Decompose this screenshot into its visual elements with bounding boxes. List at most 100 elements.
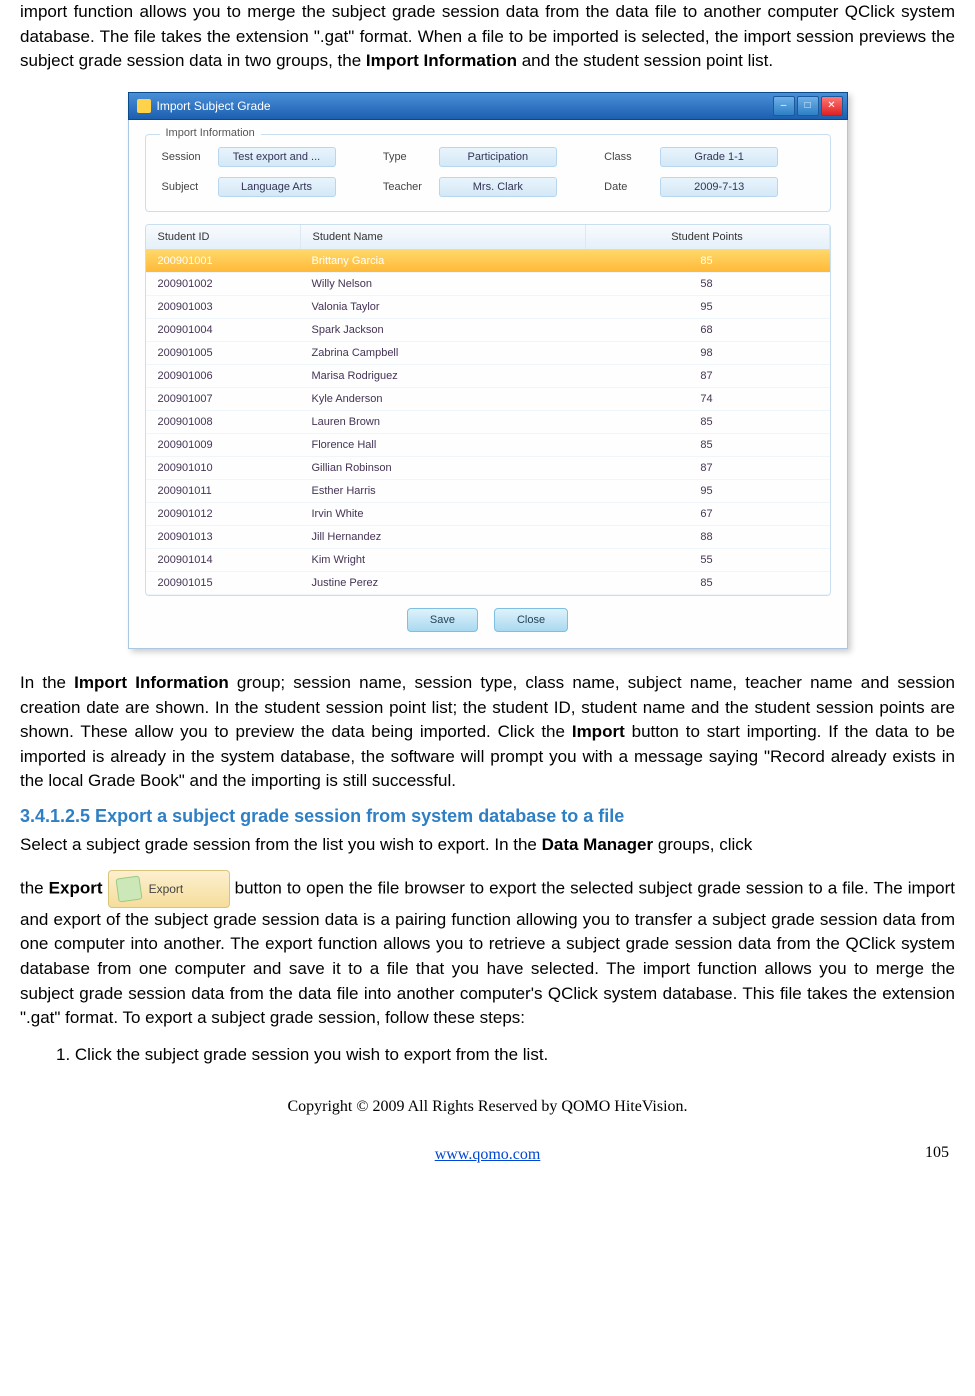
- cell-name: Justine Perez: [300, 572, 584, 594]
- text: Select a subject grade session from the …: [20, 835, 542, 854]
- header-student-points: Student Points: [586, 225, 830, 249]
- table-row[interactable]: 200901014Kim Wright55: [146, 549, 830, 572]
- cell-id: 200901006: [146, 365, 300, 387]
- cell-id: 200901008: [146, 411, 300, 433]
- minimize-button[interactable]: –: [773, 96, 795, 116]
- table-row[interactable]: 200901009Florence Hall85: [146, 434, 830, 457]
- cell-name: Brittany Garcia: [300, 250, 584, 272]
- save-button[interactable]: Save: [407, 608, 478, 632]
- cell-points: 85: [584, 411, 830, 433]
- close-dialog-button[interactable]: Close: [494, 608, 568, 632]
- cell-id: 200901010: [146, 457, 300, 479]
- subject-value: Language Arts: [218, 177, 336, 197]
- step-1: 1. Click the subject grade session you w…: [56, 1043, 955, 1068]
- cell-points: 98: [584, 342, 830, 364]
- cell-id: 200901009: [146, 434, 300, 456]
- import-dialog-screenshot: Import Subject Grade – □ ✕ Import Inform…: [128, 92, 848, 649]
- export-button-label: Export: [149, 881, 184, 898]
- table-row[interactable]: 200901015Justine Perez85: [146, 572, 830, 595]
- export-paragraph-2: the Export Export button to open the fil…: [20, 870, 955, 1031]
- cell-points: 87: [584, 365, 830, 387]
- cell-points: 88: [584, 526, 830, 548]
- session-label: Session: [162, 151, 208, 163]
- type-label: Type: [383, 151, 429, 163]
- bold-text: Import: [572, 722, 625, 741]
- cell-name: Florence Hall: [300, 434, 584, 456]
- text: groups, click: [653, 835, 752, 854]
- import-information-group: Import Information SessionTest export an…: [145, 134, 831, 212]
- cell-name: Valonia Taylor: [300, 296, 584, 318]
- table-row[interactable]: 200901010Gillian Robinson87: [146, 457, 830, 480]
- cell-name: Gillian Robinson: [300, 457, 584, 479]
- cell-id: 200901011: [146, 480, 300, 502]
- cell-name: Kyle Anderson: [300, 388, 584, 410]
- cell-name: Lauren Brown: [300, 411, 584, 433]
- text: the: [20, 878, 49, 897]
- table-row[interactable]: 200901013Jill Hernandez88: [146, 526, 830, 549]
- cell-name: Jill Hernandez: [300, 526, 584, 548]
- export-icon: [115, 875, 142, 902]
- cell-points: 58: [584, 273, 830, 295]
- close-button[interactable]: ✕: [821, 96, 843, 116]
- subject-label: Subject: [162, 181, 208, 193]
- type-value: Participation: [439, 147, 557, 167]
- cell-name: Kim Wright: [300, 549, 584, 571]
- table-row[interactable]: 200901002Willy Nelson58: [146, 273, 830, 296]
- maximize-button[interactable]: □: [797, 96, 819, 116]
- cell-id: 200901013: [146, 526, 300, 548]
- table-row[interactable]: 200901004Spark Jackson68: [146, 319, 830, 342]
- table-row[interactable]: 200901001Brittany Garcia85: [146, 250, 830, 273]
- cell-name: Marisa Rodriguez: [300, 365, 584, 387]
- teacher-value: Mrs. Clark: [439, 177, 557, 197]
- footer-url[interactable]: www.qomo.com: [435, 1146, 541, 1163]
- app-icon: [137, 99, 151, 113]
- date-label: Date: [604, 181, 650, 193]
- cell-points: 55: [584, 549, 830, 571]
- intro-paragraph: import function allows you to merge the …: [20, 0, 955, 74]
- cell-id: 200901014: [146, 549, 300, 571]
- table-row[interactable]: 200901008Lauren Brown85: [146, 411, 830, 434]
- header-student-id: Student ID: [146, 225, 301, 249]
- bold-text: Import Information: [74, 673, 229, 692]
- table-row[interactable]: 200901003Valonia Taylor95: [146, 296, 830, 319]
- class-value: Grade 1-1: [660, 147, 778, 167]
- session-value: Test export and ...: [218, 147, 336, 167]
- cell-name: Irvin White: [300, 503, 584, 525]
- table-row[interactable]: 200901011Esther Harris95: [146, 480, 830, 503]
- header-student-name: Student Name: [301, 225, 586, 249]
- text: In the: [20, 673, 74, 692]
- fieldset-legend: Import Information: [160, 127, 261, 139]
- cell-id: 200901005: [146, 342, 300, 364]
- table-row[interactable]: 200901007Kyle Anderson74: [146, 388, 830, 411]
- cell-name: Willy Nelson: [300, 273, 584, 295]
- cell-name: Esther Harris: [300, 480, 584, 502]
- table-row[interactable]: 200901012Irvin White67: [146, 503, 830, 526]
- teacher-label: Teacher: [383, 181, 429, 193]
- cell-points: 67: [584, 503, 830, 525]
- cell-points: 87: [584, 457, 830, 479]
- table-row[interactable]: 200901006Marisa Rodriguez87: [146, 365, 830, 388]
- explanation-paragraph: In the Import Information group; session…: [20, 671, 955, 794]
- copyright-footer: Copyright © 2009 All Rights Reserved by …: [20, 1098, 955, 1116]
- bold-text: Data Manager: [542, 835, 653, 854]
- window-title: Import Subject Grade: [157, 99, 271, 113]
- cell-name: Spark Jackson: [300, 319, 584, 341]
- cell-id: 200901015: [146, 572, 300, 594]
- window-titlebar: Import Subject Grade – □ ✕: [128, 92, 848, 120]
- cell-id: 200901004: [146, 319, 300, 341]
- student-table: Student ID Student Name Student Points 2…: [145, 224, 831, 596]
- cell-points: 95: [584, 480, 830, 502]
- table-row[interactable]: 200901005Zabrina Campbell98: [146, 342, 830, 365]
- cell-id: 200901002: [146, 273, 300, 295]
- class-label: Class: [604, 151, 650, 163]
- cell-id: 200901007: [146, 388, 300, 410]
- export-button-image: Export: [108, 870, 230, 908]
- cell-points: 85: [584, 572, 830, 594]
- cell-points: 95: [584, 296, 830, 318]
- cell-points: 74: [584, 388, 830, 410]
- cell-name: Zabrina Campbell: [300, 342, 584, 364]
- section-heading: 3.4.1.2.5 Export a subject grade session…: [20, 806, 955, 827]
- cell-points: 85: [584, 250, 830, 272]
- cell-id: 200901001: [146, 250, 300, 272]
- cell-points: 68: [584, 319, 830, 341]
